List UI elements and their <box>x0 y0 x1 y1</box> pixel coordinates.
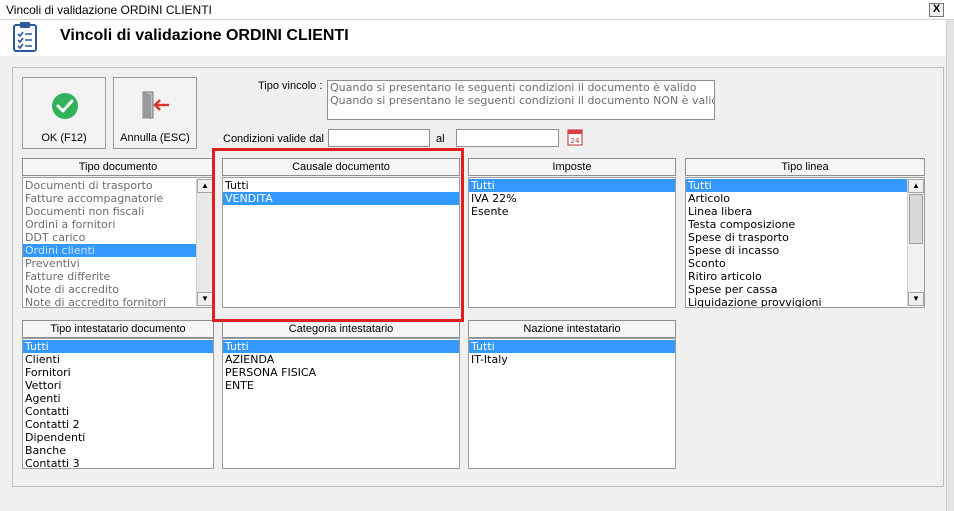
list-item[interactable]: ENTE <box>223 379 459 392</box>
tipo-vincolo-list[interactable]: Quando si presentano le seguenti condizi… <box>327 80 715 120</box>
list-item[interactable]: Note di accredito <box>23 283 213 296</box>
list-item[interactable]: Liquidazione provvigioni <box>686 296 924 307</box>
dialog-title: Vincoli di validazione ORDINI CLIENTI <box>60 27 349 44</box>
cancel-button[interactable]: Annulla (ESC) <box>113 77 197 149</box>
tipo-intestatario-header: Tipo intestatario documento <box>22 320 214 338</box>
imposte-list[interactable]: Tutti IVA 22% Esente <box>468 177 676 308</box>
ok-button-label: OK (F12) <box>41 132 87 144</box>
list-item[interactable]: Tutti <box>469 179 675 192</box>
list-item[interactable]: Fatture differite <box>23 270 213 283</box>
calendar-icon[interactable]: 24 <box>567 128 583 146</box>
dialog-header: Vincoli di validazione ORDINI CLIENTI <box>0 20 946 56</box>
list-item[interactable]: IT-Italy <box>469 353 675 366</box>
date-to-input[interactable] <box>456 129 559 147</box>
tipo-vincolo-label: Tipo vincolo : <box>258 80 323 92</box>
tipo-vincolo-option[interactable]: Quando si presentano le seguenti condizi… <box>328 94 714 107</box>
scroll-down-icon[interactable]: ▼ <box>197 292 213 306</box>
list-item[interactable]: Vettori <box>23 379 213 392</box>
list-item[interactable]: Note di accredito fornitori <box>23 296 213 307</box>
list-item[interactable]: Banche <box>23 444 213 457</box>
list-item[interactable]: Sconto <box>686 257 924 270</box>
categoria-intestatario-list[interactable]: Tutti AZIENDA PERSONA FISICA ENTE <box>222 338 460 469</box>
list-item[interactable]: Spese di trasporto <box>686 231 924 244</box>
list-item[interactable]: DDT carico <box>23 231 213 244</box>
list-item[interactable]: Linea libera <box>686 205 924 218</box>
tipo-documento-scrollbar[interactable]: ▲ ▼ <box>196 179 213 306</box>
window-titlebar: Vincoli di validazione ORDINI CLIENTI X <box>0 0 954 20</box>
check-circle-icon <box>52 93 78 119</box>
scroll-up-icon[interactable]: ▲ <box>197 179 213 193</box>
list-item[interactable]: Agenti <box>23 392 213 405</box>
window-right-edge <box>946 20 954 511</box>
tipo-linea-scrollbar[interactable]: ▲ ▼ <box>907 179 924 306</box>
ok-button[interactable]: OK (F12) <box>22 77 106 149</box>
scroll-thumb[interactable] <box>909 194 923 244</box>
list-item[interactable]: Tutti <box>686 179 924 192</box>
list-item[interactable]: Fornitori <box>23 366 213 379</box>
date-from-label: Condizioni valide dal <box>223 133 324 145</box>
list-item[interactable]: Tutti <box>23 340 213 353</box>
tipo-linea-header: Tipo linea <box>685 158 925 176</box>
list-item[interactable]: Fatture accompagnatorie <box>23 192 213 205</box>
categoria-intestatario-header: Categoria intestatario <box>222 320 460 338</box>
list-item[interactable]: Documenti non fiscali <box>23 205 213 218</box>
list-item[interactable]: Preventivi <box>23 257 213 270</box>
tipo-documento-list[interactable]: Documenti di trasporto Fatture accompagna… <box>22 177 214 308</box>
scroll-up-icon[interactable]: ▲ <box>908 179 924 193</box>
list-item[interactable]: Spese per cassa <box>686 283 924 296</box>
list-item[interactable]: Ordini a fornitori <box>23 218 213 231</box>
list-item[interactable]: Contatti 2 <box>23 418 213 431</box>
list-item[interactable]: Clienti <box>23 353 213 366</box>
window-title: Vincoli di validazione ORDINI CLIENTI <box>6 3 212 17</box>
scroll-down-icon[interactable]: ▼ <box>908 292 924 306</box>
nazione-intestatario-list[interactable]: Tutti IT-Italy <box>468 338 676 469</box>
list-item[interactable]: AZIENDA <box>223 353 459 366</box>
list-item[interactable]: Tutti <box>469 340 675 353</box>
svg-text:24: 24 <box>571 137 580 145</box>
list-item[interactable]: Articolo <box>686 192 924 205</box>
exit-door-icon <box>142 91 169 119</box>
list-item[interactable]: Documenti di trasporto <box>23 179 213 192</box>
imposte-header: Imposte <box>468 158 676 176</box>
list-item[interactable]: Spese di incasso <box>686 244 924 257</box>
list-item[interactable]: Ritiro articolo <box>686 270 924 283</box>
list-item[interactable]: Testa composizione <box>686 218 924 231</box>
list-item[interactable]: IVA 22% <box>469 192 675 205</box>
list-item[interactable]: PERSONA FISICA <box>223 366 459 379</box>
tipo-intestatario-list[interactable]: Tutti Clienti Fornitori Vettori Agenti Contat… <box>22 338 214 469</box>
date-from-input[interactable] <box>328 129 430 147</box>
date-to-label: al <box>436 133 445 145</box>
list-item[interactable]: Esente <box>469 205 675 218</box>
highlight-box <box>212 148 464 322</box>
list-item[interactable]: Contatti 3 <box>23 457 213 468</box>
nazione-intestatario-header: Nazione intestatario <box>468 320 676 338</box>
tipo-linea-list[interactable]: Tutti Articolo Linea libera Testa composizi… <box>685 177 925 308</box>
list-item[interactable]: Ordini clienti <box>23 244 213 257</box>
close-button[interactable]: X <box>929 3 944 17</box>
tipo-vincolo-option[interactable]: Quando si presentano le seguenti condizi… <box>328 81 714 94</box>
list-item[interactable]: Tutti <box>223 340 459 353</box>
cancel-button-label: Annulla (ESC) <box>120 132 190 144</box>
clipboard-checklist-icon <box>13 22 37 52</box>
list-item[interactable]: Dipendenti <box>23 431 213 444</box>
tipo-documento-header: Tipo documento <box>22 158 214 176</box>
list-item[interactable]: Contatti <box>23 405 213 418</box>
